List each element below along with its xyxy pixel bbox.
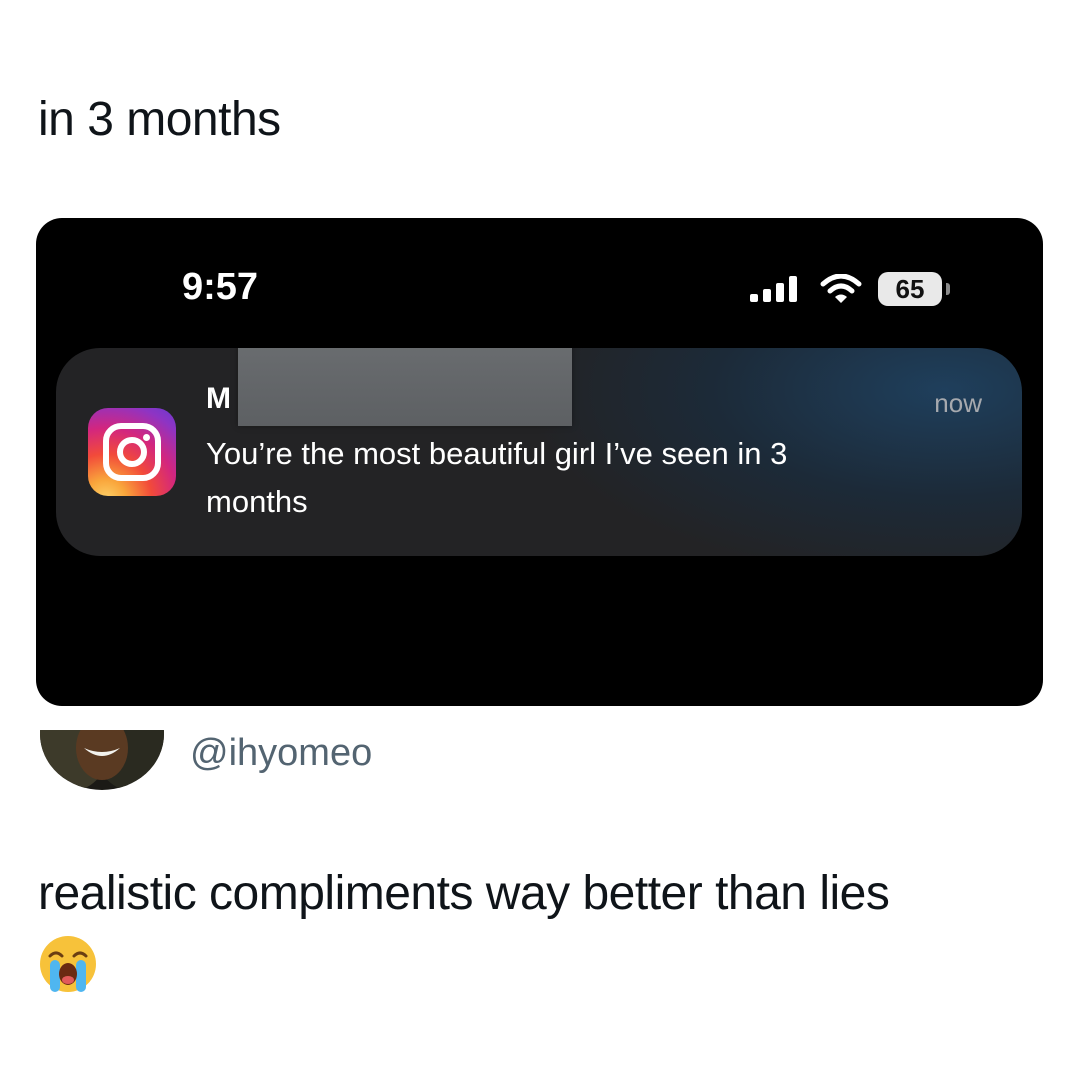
top-caption: in 3 months	[38, 93, 281, 146]
handle[interactable]: @ihyomeo	[190, 732, 372, 775]
battery-level: 65	[895, 274, 925, 304]
status-time: 9:57	[182, 266, 259, 308]
battery-icon: 65	[878, 272, 954, 306]
notification-message: You’re the most beautiful girl I’ve seen…	[206, 436, 788, 519]
instagram-notification[interactable]: M now You’re the most beautiful girl I’v…	[56, 348, 1022, 556]
notification-sender: M	[206, 382, 231, 415]
redaction-box	[238, 348, 572, 426]
wifi-icon	[820, 274, 862, 303]
instagram-icon	[88, 408, 176, 496]
bottom-caption: realistic compliments way better than li…	[38, 867, 890, 920]
loudly-crying-face-icon	[40, 936, 96, 992]
notification-time: now	[934, 388, 982, 418]
avatar[interactable]	[38, 730, 166, 790]
cellular-signal-icon	[750, 276, 797, 302]
phone-screenshot: 9:57 65 M now You’re the most beautiful …	[36, 218, 1043, 706]
